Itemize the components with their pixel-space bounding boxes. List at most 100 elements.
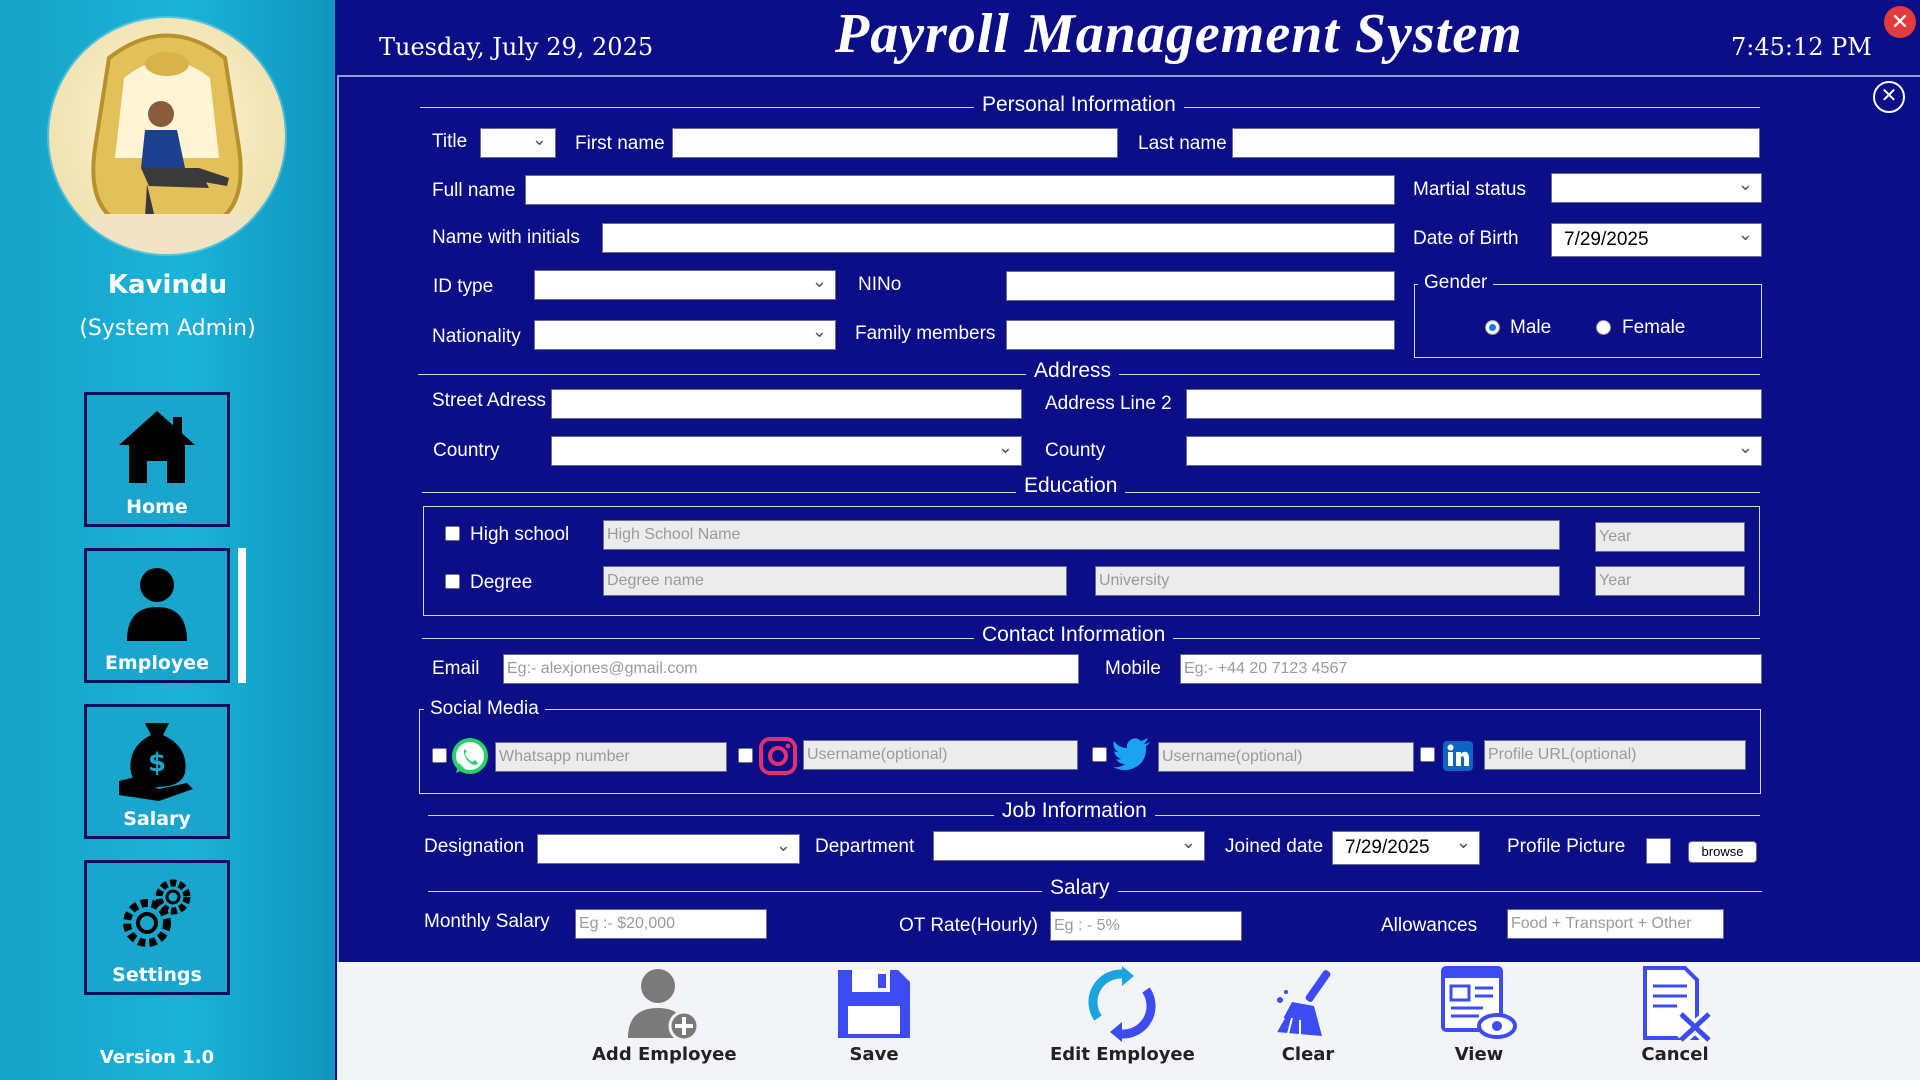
sidebar-item-label: Settings	[112, 964, 202, 986]
current-time: 7:45:12 PM	[1731, 33, 1872, 61]
mobile-label: Mobile	[1105, 658, 1161, 679]
clear-label: Clear	[1281, 1044, 1335, 1065]
family-members-field[interactable]	[1006, 320, 1395, 350]
profile-photo-icon	[89, 33, 249, 254]
whatsapp-icon	[452, 738, 488, 774]
view-button[interactable]: View	[1439, 966, 1519, 1065]
sidebar-item-label: Home	[126, 496, 188, 518]
highschool-name-field[interactable]: High School Name	[603, 520, 1560, 550]
nationality-label: Nationality	[432, 326, 521, 347]
highschool-checkbox[interactable]	[445, 526, 460, 541]
last-name-field[interactable]	[1232, 128, 1760, 158]
sidebar-item-settings[interactable]: Settings	[84, 860, 230, 995]
designation-label: Designation	[424, 836, 525, 857]
save-button[interactable]: Save	[834, 966, 914, 1065]
gender-female-radio[interactable]	[1596, 320, 1611, 335]
header: Tuesday, July 29, 2025 Payroll Managemen…	[335, 0, 1920, 75]
department-label: Department	[815, 836, 915, 857]
marital-status-select[interactable]	[1551, 173, 1762, 203]
ot-rate-label: OT Rate(Hourly)	[899, 915, 1039, 936]
dob-picker[interactable]: 7/29/2025	[1551, 223, 1762, 257]
section-contact-title: Contact Information	[974, 623, 1174, 647]
instagram-icon	[759, 737, 797, 775]
ot-rate-field[interactable]: Eg : - 5%	[1050, 911, 1242, 941]
active-indicator	[238, 548, 246, 683]
instagram-checkbox[interactable]	[738, 748, 753, 763]
close-form-button[interactable]: ✕	[1873, 81, 1905, 113]
dob-label: Date of Birth	[1413, 228, 1519, 249]
title-select[interactable]	[480, 128, 556, 158]
section-salary-title: Salary	[1042, 876, 1118, 900]
joined-date-picker[interactable]: 7/29/2025	[1332, 831, 1480, 865]
highschool-year-field[interactable]: Year	[1595, 522, 1745, 552]
section-address-title: Address	[1026, 359, 1120, 383]
app-title: Payroll Management System	[835, 3, 1523, 65]
degree-checkbox[interactable]	[445, 574, 460, 589]
country-select[interactable]	[551, 436, 1022, 466]
mobile-field[interactable]: Eg:- +44 20 7123 4567	[1180, 654, 1762, 684]
nino-field[interactable]	[1006, 271, 1395, 301]
gender-female-label: Female	[1622, 317, 1686, 338]
gears-icon	[123, 879, 191, 947]
first-name-field[interactable]	[672, 128, 1118, 158]
gender-group	[1414, 284, 1762, 358]
full-name-label: Full name	[432, 180, 516, 201]
avatar	[49, 18, 285, 254]
address-line2-label: Address Line 2	[1045, 393, 1172, 414]
clear-button[interactable]: Clear	[1270, 966, 1346, 1065]
whatsapp-checkbox[interactable]	[432, 748, 447, 763]
section-personal-title: Personal Information	[974, 93, 1184, 117]
linkedin-field[interactable]: Profile URL(optional)	[1484, 740, 1746, 770]
user-name: Kavindu	[107, 270, 228, 300]
degree-name-field[interactable]: Degree name	[603, 566, 1067, 596]
university-field[interactable]: University	[1095, 566, 1560, 596]
version-label: Version 1.0	[99, 1047, 215, 1068]
section-education-title: Education	[1016, 474, 1126, 498]
instagram-field[interactable]: Username(optional)	[803, 740, 1078, 770]
close-app-button[interactable]: ✕	[1884, 6, 1916, 38]
sidebar-item-salary[interactable]: $ Salary	[84, 704, 230, 839]
email-field[interactable]: Eg:- alexjones@gmail.com	[503, 654, 1079, 684]
twitter-checkbox[interactable]	[1092, 747, 1107, 762]
profile-picture-label: Profile Picture	[1507, 836, 1626, 857]
street-field[interactable]	[551, 389, 1022, 419]
nino-label: NINo	[858, 274, 902, 295]
browse-button[interactable]: browse	[1688, 841, 1757, 863]
cancel-button[interactable]: Cancel	[1637, 966, 1713, 1065]
degree-year-field[interactable]: Year	[1595, 566, 1745, 596]
gender-male-radio[interactable]	[1485, 320, 1500, 335]
whatsapp-field[interactable]: Whatsapp number	[495, 742, 727, 772]
document-cancel-icon	[1643, 966, 1713, 1042]
full-name-field[interactable]	[525, 175, 1395, 205]
county-select[interactable]	[1186, 436, 1762, 466]
bottom-toolbar: Add Employee Save Edit Employee Clear Vi…	[337, 962, 1920, 1080]
document-view-icon	[1441, 966, 1517, 1039]
id-type-label: ID type	[433, 276, 494, 297]
sidebar-item-home[interactable]: Home	[84, 392, 230, 527]
initials-label: Name with initials	[432, 227, 580, 248]
edit-employee-button[interactable]: Edit Employee	[1050, 966, 1195, 1065]
id-type-select[interactable]	[534, 270, 836, 300]
monthly-salary-field[interactable]: Eg :- $20,000	[575, 909, 767, 939]
gender-label: Gender	[1418, 272, 1494, 294]
user-role: (System Admin)	[79, 316, 256, 341]
sidebar-item-employee[interactable]: Employee	[84, 548, 230, 683]
allowances-field[interactable]: Food + Transport + Other	[1507, 909, 1724, 939]
designation-select[interactable]	[537, 834, 800, 864]
cancel-label: Cancel	[1641, 1044, 1709, 1065]
initials-field[interactable]	[602, 223, 1395, 253]
address-line2-field[interactable]	[1186, 389, 1762, 419]
linkedin-checkbox[interactable]	[1420, 747, 1435, 762]
broom-icon	[1275, 970, 1331, 1036]
home-icon	[119, 411, 195, 483]
section-job-title: Job Information	[994, 799, 1155, 823]
department-select[interactable]	[933, 831, 1205, 861]
family-members-label: Family members	[855, 323, 996, 344]
person-icon	[127, 568, 187, 641]
twitter-field[interactable]: Username(optional)	[1158, 742, 1414, 772]
current-date: Tuesday, July 29, 2025	[379, 33, 654, 61]
save-label: Save	[849, 1044, 899, 1065]
add-employee-button[interactable]: Add Employee	[592, 966, 737, 1065]
money-bag-hand-icon: $	[119, 723, 193, 801]
nationality-select[interactable]	[534, 320, 836, 350]
